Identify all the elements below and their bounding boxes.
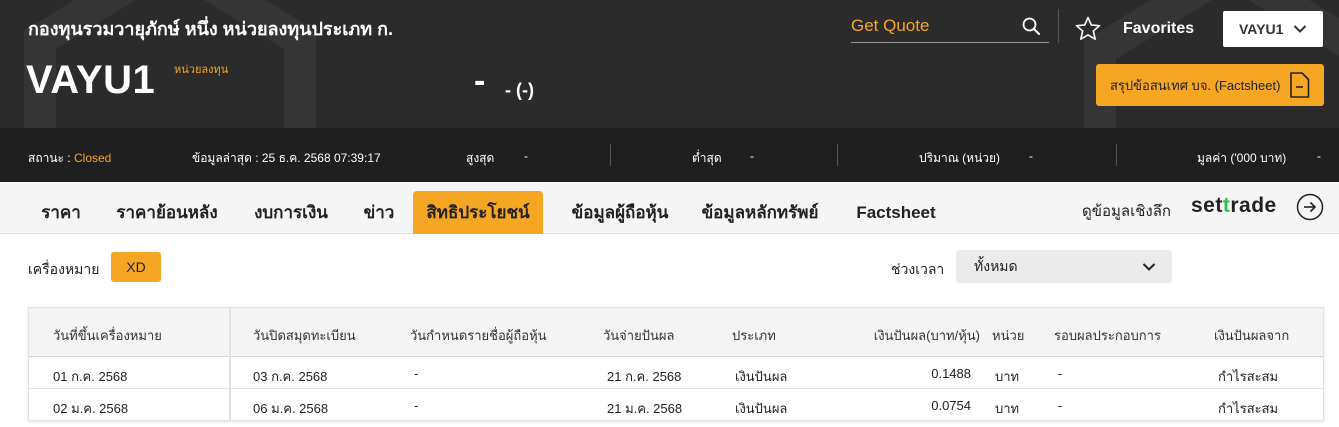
get-quote-search — [851, 12, 1049, 43]
table-cell: - — [414, 398, 419, 413]
status-label: สถานะ : — [28, 151, 71, 165]
market-status-bar: สถานะ : Closed ข้อมูลล่าสุด : 25 ธ.ค. 25… — [0, 128, 1339, 182]
last-update: ข้อมูลล่าสุด : 25 ธ.ค. 2568 07:39:17 — [192, 151, 381, 165]
fund-name: กองทุนรวมวายุภักษ์ หนึ่ง หน่วยลงทุนประเภ… — [28, 19, 394, 39]
volume-label: ปริมาณ (หน่วย) — [919, 151, 1001, 165]
tab-factsheet[interactable]: Factsheet — [846, 191, 946, 234]
status-divider — [837, 144, 838, 166]
column-header[interactable]: รอบผลประกอบการ — [1054, 325, 1161, 346]
column-header[interactable]: ประเภท — [732, 325, 776, 346]
last-price: - — [474, 62, 486, 100]
symbol-dropdown-value: VAYU1 — [1239, 21, 1284, 37]
high-value: - — [524, 149, 528, 163]
period-dropdown-value: ทั้งหมด — [974, 257, 1018, 274]
tab-financials[interactable]: งบการเงิน — [242, 191, 340, 234]
tab-historical-price[interactable]: ราคาย้อนหลัง — [104, 191, 230, 234]
status-value: Closed — [74, 151, 112, 165]
deep-insight-link[interactable]: ดูข้อมูลเชิงลึก — [1082, 199, 1171, 223]
chevron-down-icon — [1293, 25, 1307, 33]
value-value: - — [1317, 149, 1321, 163]
table-header: วันที่ขึ้นเครื่องหมาย วันปิดสมุดทะเบียน … — [29, 308, 1323, 357]
table-cell: 0.1488 — [931, 366, 971, 381]
table-cell: - — [1058, 398, 1063, 413]
high-label: สูงสุด — [466, 151, 495, 165]
value-label: มูลค่า ('000 บาท) — [1197, 151, 1287, 165]
table-cell: 01 ก.ค. 2568 — [53, 369, 128, 384]
price-change: - (-) — [505, 80, 534, 100]
arrow-right-circle-icon[interactable] — [1296, 193, 1324, 221]
table-cell: เงินปันผล — [735, 401, 788, 416]
unit-type-tag: หน่วยลงทุน — [174, 64, 229, 76]
low-label: ต่ำสุด — [692, 151, 722, 165]
period-label: ช่วงเวลา — [891, 261, 945, 277]
table-cell: เงินปันผล — [735, 369, 788, 384]
table-cell: บาท — [995, 369, 1020, 384]
stock-info-tabs: ราคา ราคาย้อนหลัง งบการเงิน ข่าว สิทธิปร… — [0, 182, 1339, 234]
tab-shareholders[interactable]: ข้อมูลผู้ถือหุ้น — [553, 191, 687, 234]
xd-filter-chip[interactable]: XD — [111, 252, 161, 282]
table-cell: 03 ก.ค. 2568 — [253, 369, 328, 384]
status-divider — [1116, 144, 1117, 166]
settrade-logo[interactable]: settrade — [1191, 194, 1277, 218]
get-quote-input[interactable] — [851, 14, 1011, 38]
column-header[interactable]: วันจ่ายปันผล — [603, 325, 674, 346]
column-header[interactable]: เงินปันผล(บาท/หุ้น) — [874, 325, 980, 346]
table-row: 01 ก.ค. 2568 03 ก.ค. 2568 - 21 ก.ค. 2568… — [29, 357, 1323, 389]
table-cell: บาท — [995, 401, 1020, 416]
favorites-label: Favorites — [1123, 20, 1195, 37]
table-cell: - — [414, 366, 419, 381]
table-cell: กำไรสะสม — [1218, 369, 1279, 384]
volume-value: - — [1029, 149, 1033, 163]
header-divider — [1058, 9, 1059, 43]
column-header[interactable]: วันที่ขึ้นเครื่องหมาย — [53, 325, 162, 346]
table-cell: กำไรสะสม — [1218, 401, 1279, 416]
logo-part: set — [1191, 194, 1223, 217]
factsheet-button-label: สรุปข้อสนเทศ บจ. (Factsheet) — [1110, 77, 1281, 93]
table-cell: 0.0754 — [931, 398, 971, 413]
logo-part: rade — [1230, 194, 1277, 217]
table-cell: 21 ม.ค. 2568 — [607, 401, 683, 416]
market-status: สถานะ : Closed — [28, 149, 111, 168]
sign-filter-label: เครื่องหมาย — [28, 261, 100, 277]
symbol-title: VAYU1 — [26, 58, 156, 102]
tab-rights-benefits[interactable]: สิทธิประโยชน์ — [413, 191, 543, 234]
chevron-down-icon — [1142, 263, 1156, 271]
table-row: 02 ม.ค. 2568 06 ม.ค. 2568 - 21 ม.ค. 2568… — [29, 389, 1323, 421]
search-icon[interactable] — [1021, 16, 1041, 36]
stock-header: กองทุนรวมวายุภักษ์ หนึ่ง หน่วยลงทุนประเภ… — [0, 0, 1339, 128]
table-cell: 06 ม.ค. 2568 — [253, 401, 329, 416]
column-header[interactable]: เงินปันผลจาก — [1214, 325, 1289, 346]
tab-price[interactable]: ราคา — [28, 191, 94, 234]
symbol-dropdown[interactable]: VAYU1 — [1223, 11, 1323, 47]
tab-security-info[interactable]: ข้อมูลหลักทรัพย์ — [694, 191, 826, 234]
tab-news[interactable]: ข่าว — [352, 191, 406, 234]
table-cell: 02 ม.ค. 2568 — [53, 401, 129, 416]
factsheet-button[interactable]: สรุปข้อสนเทศ บจ. (Factsheet) — [1096, 64, 1324, 106]
table-cell: 21 ก.ค. 2568 — [607, 369, 682, 384]
table-cell: - — [1058, 366, 1063, 381]
rights-benefits-table: วันที่ขึ้นเครื่องหมาย วันปิดสมุดทะเบียน … — [28, 307, 1324, 421]
star-icon — [1075, 16, 1101, 41]
period-dropdown[interactable]: ทั้งหมด — [956, 250, 1172, 283]
status-divider — [610, 144, 611, 166]
column-header[interactable]: วันปิดสมุดทะเบียน — [253, 325, 356, 346]
sticky-column-divider — [229, 308, 231, 420]
document-icon — [1290, 72, 1310, 98]
low-value: - — [750, 149, 754, 163]
column-header[interactable]: วันกำหนดรายชื่อผู้ถือหุ้น — [410, 325, 547, 346]
column-header[interactable]: หน่วย — [992, 325, 1024, 346]
favorites-button[interactable]: Favorites — [1074, 14, 1194, 44]
